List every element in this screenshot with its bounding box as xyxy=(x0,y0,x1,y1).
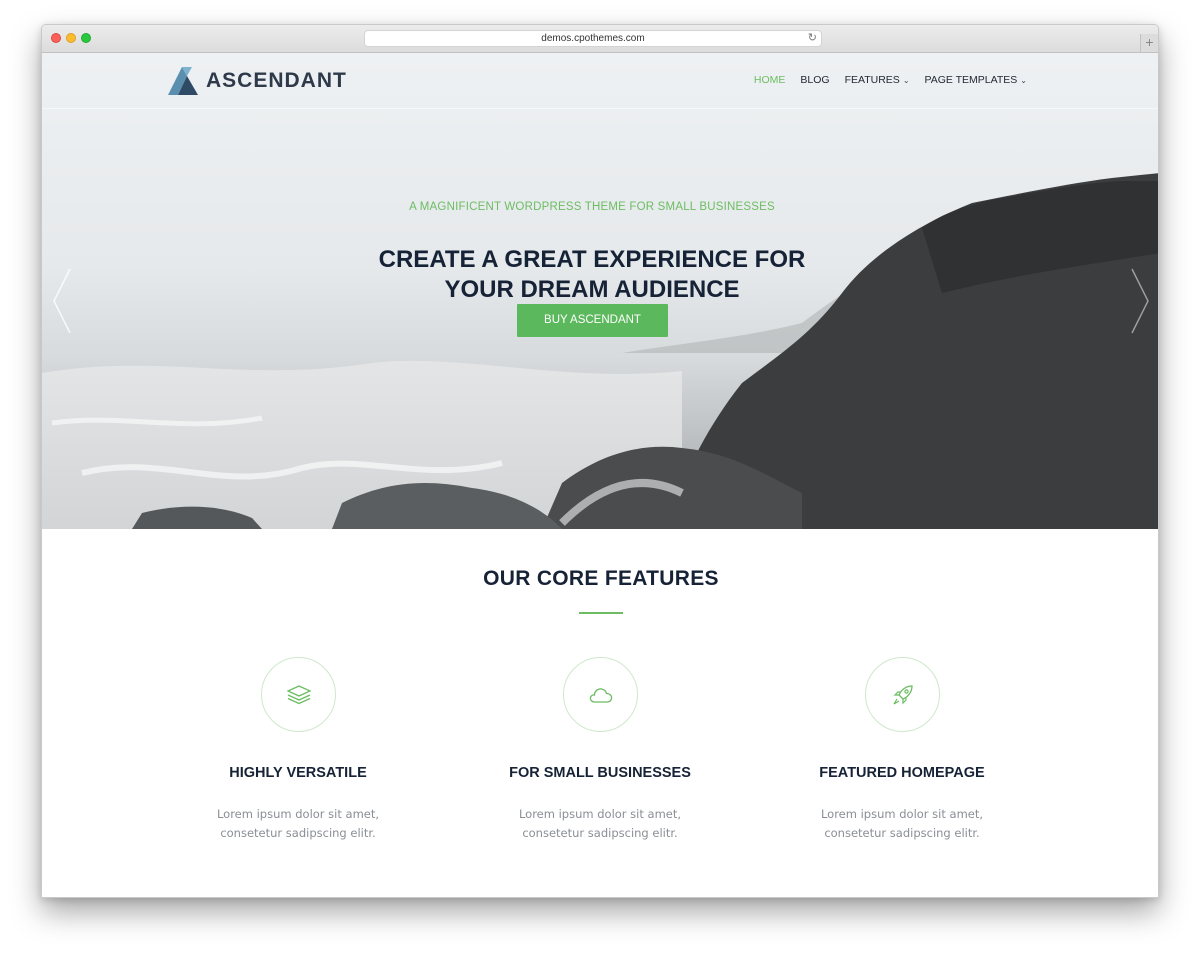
layers-icon xyxy=(286,684,311,704)
rocket-icon xyxy=(892,684,913,705)
nav-item-home[interactable]: HOME xyxy=(754,74,786,86)
features-title: OUR CORE FEATURES xyxy=(483,567,719,590)
feature-description: Lorem ipsum dolor sit amet, consetetur s… xyxy=(820,807,984,840)
slider-next-arrow-icon[interactable] xyxy=(1130,268,1150,334)
nav-label: BLOG xyxy=(800,74,830,86)
nav-label: PAGE TEMPLATES xyxy=(924,74,1018,86)
feature-title: HIGHLY VERSATILE xyxy=(229,765,367,781)
nav-label: HOME xyxy=(753,74,786,86)
logo-text: ASCENDANT xyxy=(206,69,347,92)
site-logo[interactable]: ASCENDANT xyxy=(168,67,347,95)
reload-icon[interactable]: ↻ xyxy=(808,31,817,46)
headline-line-2: YOUR DREAM AUDIENCE xyxy=(444,276,740,303)
nav-item-features[interactable]: FEATURES ⌄ xyxy=(845,74,910,86)
nav-item-blog[interactable]: BLOG xyxy=(800,74,829,86)
title-divider xyxy=(579,612,623,614)
feature-title: FOR SMALL BUSINESSES xyxy=(509,765,691,781)
features-section: OUR CORE FEATURES HIGHLY VERSATILE Lorem… xyxy=(42,529,1158,897)
nav-item-page-templates[interactable]: PAGE TEMPLATES ⌄ xyxy=(925,74,1027,86)
browser-window: demos.cpothemes.com ↻ + ASCENDANT HOME B… xyxy=(41,24,1159,898)
address-bar[interactable]: demos.cpothemes.com ↻ xyxy=(364,30,822,47)
minimize-window-button[interactable] xyxy=(66,33,76,43)
new-tab-button[interactable]: + xyxy=(1140,34,1158,52)
ascendant-logo-icon xyxy=(168,67,198,95)
feature-icon-circle xyxy=(563,657,638,732)
feature-icon-circle xyxy=(261,657,336,732)
chevron-down-icon: ⌄ xyxy=(1020,76,1027,85)
browser-titlebar: demos.cpothemes.com ↻ + xyxy=(42,25,1158,53)
hero-section: ASCENDANT HOME BLOG FEATURES ⌄ PAGE TEMPL… xyxy=(42,53,1158,529)
site-header: ASCENDANT HOME BLOG FEATURES ⌄ PAGE TEMPL… xyxy=(42,53,1158,109)
buy-ascendant-button[interactable]: BUY ASCENDANT xyxy=(517,304,668,337)
chevron-down-icon: ⌄ xyxy=(902,76,910,85)
maximize-window-button[interactable] xyxy=(81,33,91,43)
main-navigation: HOME BLOG FEATURES ⌄ PAGE TEMPLATES ⌄ xyxy=(754,74,1027,86)
url-text: demos.cpothemes.com xyxy=(541,33,645,44)
cloud-icon xyxy=(589,687,612,703)
headline-line-1: CREATE A GREAT EXPERIENCE FOR xyxy=(378,246,806,273)
close-window-button[interactable] xyxy=(51,33,61,43)
feature-title: FEATURED HOMEPAGE xyxy=(819,765,985,781)
feature-description: Lorem ipsum dolor sit amet, consetetur s… xyxy=(518,807,682,840)
hero-tagline: A MAGNIFICENT WORDPRESS THEME FOR SMALL … xyxy=(409,201,775,213)
slider-prev-arrow-icon[interactable] xyxy=(52,268,72,334)
feature-icon-circle xyxy=(865,657,940,732)
nav-label: FEATURES xyxy=(844,74,900,86)
feature-description: Lorem ipsum dolor sit amet, consetetur s… xyxy=(216,807,380,840)
hero-headline: CREATE A GREAT EXPERIENCE FOR YOUR DREAM… xyxy=(42,245,1142,305)
